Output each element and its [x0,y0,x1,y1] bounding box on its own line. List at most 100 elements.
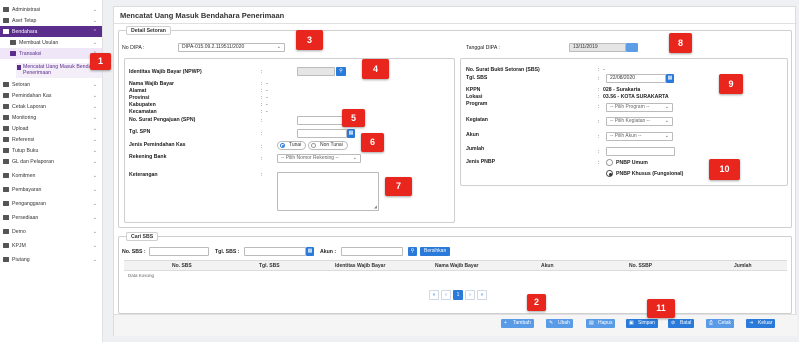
sidebar-item-administrasi[interactable]: Administrasi ⌄ [0,4,102,15]
sidebar-item-gl-pelaporan[interactable]: GL dan Pelaporan ⌄ [0,156,102,167]
search-no-sbs-input[interactable] [149,247,209,256]
colon: : [598,94,600,100]
folder-icon [3,7,9,12]
page-card: Mencatat Uang Masuk Bendahara Penerimaan… [113,6,797,336]
folder-icon [3,173,9,178]
colon: : [261,88,263,94]
chevron-down-icon: ⌄ [664,104,669,110]
tgl-spn-label: Tgl. SPN [129,129,151,135]
search-npwp-button[interactable]: ⚲ [336,67,346,76]
folder-icon [3,257,9,262]
kegiatan-placeholder: -- Pilih Kegiatan -- [610,118,651,124]
sidebar-item-upload[interactable]: Upload ⌄ [0,123,102,134]
akun-label: Akun [466,132,479,138]
npwp-field[interactable] [297,67,335,76]
search-tgl-sbs-label: Tgl. SBS : [215,249,240,255]
ubah-button[interactable]: ✎ Ubah [546,319,573,328]
sidebar-item-membuat-usulan[interactable]: Membuat Usulan ⌄ [0,37,102,48]
chevron-down-icon: ⌄ [92,7,97,13]
sidebar: Administrasi ⌄ Aset Tetap ⌄ Bendahara ⌃ Mem… [0,0,103,342]
chevron-down-icon: ⌄ [92,229,97,235]
calendar-icon[interactable]: ▦ [347,129,355,138]
keluar-button[interactable]: ⇥ Keluar [746,319,776,328]
sidebar-item-demo[interactable]: Demo ⌄ [0,226,102,237]
pager-prev-button[interactable]: ‹ [441,290,451,300]
ubah-label: Ubah [558,320,570,326]
radio-pnbp-khusus[interactable] [606,170,613,177]
radio-tunai[interactable]: Tunai [277,141,307,150]
radio-non-tunai-label: Non Tunai [320,142,343,148]
nomor-sbs-label: No. Surat Bukti Setoran (SBS) [466,67,540,73]
colon: : [261,156,263,162]
sidebar-item-kpjm[interactable]: KPJM ⌄ [0,240,102,251]
radio-pnbp-umum[interactable] [606,159,613,166]
chevron-down-icon: ⌄ [92,187,97,193]
sidebar-item-transaksi[interactable]: Transaksi⌃ [0,48,102,59]
folder-icon [10,40,16,45]
tgl-spn-field[interactable] [297,129,347,138]
cari-sbs-legend: Cari SBS [126,232,159,241]
sidebar-item-cetak-laporan[interactable]: Cetak Laporan ⌄ [0,101,102,112]
keterangan-textarea[interactable]: ◢ [277,172,379,211]
search-button[interactable]: ⚲ [408,247,417,256]
akun-select[interactable]: -- Pilih Akun -- ⌄ [606,132,673,141]
bersihkan-button[interactable]: Bersihkan [420,247,451,256]
pager-page-button[interactable]: 1 [453,290,463,300]
jenis-pnbp-label: Jenis PNBP [466,159,496,165]
hapus-button[interactable]: ▤ Hapus [586,319,616,328]
colon: : [261,144,263,150]
kegiatan-select[interactable]: -- Pilih Kegiatan -- ⌄ [606,117,673,126]
exit-icon: ⇥ [749,320,754,326]
sidebar-item-bendahara[interactable]: Bendahara ⌃ [0,26,102,37]
sidebar-item-referensi[interactable]: Referensi ⌄ [0,134,102,145]
sidebar-item-tutup-buku[interactable]: Tutup Buku ⌄ [0,145,102,156]
chevron-down-icon: ⌄ [664,133,669,139]
sidebar-item-label: Transaksi [19,50,42,57]
radio-tunai-label: Tunai [289,142,302,148]
resize-grip-icon[interactable]: ◢ [374,204,377,209]
column-header: Akun [541,263,554,269]
program-select[interactable]: -- Pilih Program -- ⌄ [606,103,673,112]
colon: : [598,160,600,166]
callout-badge: 6 [361,133,384,152]
radio-non-tunai[interactable]: Non Tunai [308,141,348,150]
simpan-button[interactable]: ▣ Simpan [626,319,658,328]
sidebar-item-setoran[interactable]: Setoran ⌄ [0,79,102,90]
tambah-label: Tambah [513,320,531,326]
sidebar-item-penganggaran[interactable]: Penganggaran ⌄ [0,198,102,209]
colon: : [261,172,263,178]
batal-button[interactable]: ⊘ Batal [668,319,695,328]
jumlah-field[interactable] [606,147,675,156]
pager-last-button[interactable]: » [477,290,487,300]
pnbp-umum-label: PNBP Umum [616,160,648,166]
cetak-button[interactable]: ⎙ Cetak [706,319,735,328]
plus-icon: + [504,320,507,326]
tgl-sbs-field[interactable]: 22/08/2020 [606,74,666,83]
program-placeholder: -- Pilih Program -- [610,104,650,110]
folder-icon [3,82,9,87]
colon: : [261,95,263,101]
calendar-icon[interactable]: ▦ [306,247,314,256]
sidebar-item-komitmen[interactable]: Komitmen ⌄ [0,170,102,181]
calendar-icon[interactable]: ▦ [666,74,674,83]
search-akun-input[interactable] [341,247,403,256]
sidebar-item-monitoring[interactable]: Monitoring ⌄ [0,112,102,123]
sidebar-item-pemindahan-kas[interactable]: Pemindahan Kas ⌄ [0,90,102,101]
sidebar-item-aset-tetap[interactable]: Aset Tetap ⌄ [0,15,102,26]
no-dipa-select[interactable]: DIPA-015.09.2.119511/2020 ⌄ [178,43,285,52]
rekening-select[interactable]: -- Pilih Nomor Rekening -- ⌄ [277,154,361,163]
tambah-button[interactable]: + Tambah [501,319,534,328]
pager-next-button[interactable]: › [465,290,475,300]
sidebar-item-persediaan[interactable]: Persediaan ⌄ [0,212,102,223]
sidebar-item-pembayaran[interactable]: Pembayaran ⌄ [0,184,102,195]
cancel-icon: ⊘ [671,320,676,326]
chevron-down-icon: ⌄ [352,155,357,161]
calendar-icon[interactable] [626,43,638,52]
sidebar-item-piutang[interactable]: Piutang ⌄ [0,254,102,265]
chevron-down-icon: ⌄ [92,126,97,132]
no-dipa-label: No DIPA : [122,45,145,51]
radio-selected-icon [280,143,285,148]
search-tgl-sbs-input[interactable] [244,247,306,256]
pager-first-button[interactable]: « [429,290,439,300]
chevron-down-icon: ⌄ [92,40,97,46]
